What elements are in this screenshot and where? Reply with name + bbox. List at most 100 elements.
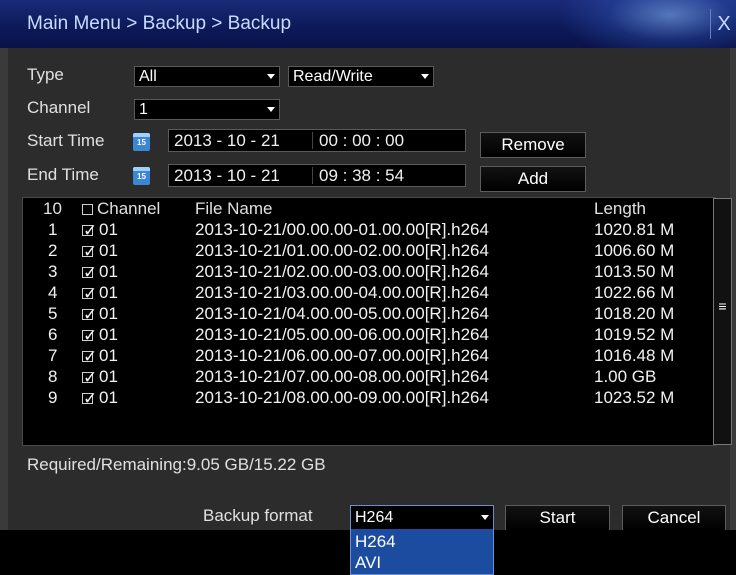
backup-format-label: Backup format xyxy=(203,506,313,525)
date-time-divider xyxy=(312,167,313,184)
row-length: 1022.66 M xyxy=(594,283,675,302)
format-option-h264[interactable]: H264 xyxy=(355,532,396,552)
backup-format-options[interactable]: H264 AVI xyxy=(350,529,494,575)
backup-format-value: H264 xyxy=(355,509,394,526)
row-length: 1018.20 M xyxy=(594,304,675,323)
table-row[interactable]: 5 ✓ 01 2013-10-21/04.00.00-05.00.00[R].h264… xyxy=(23,304,713,325)
channel-select[interactable]: 1 xyxy=(134,99,280,120)
row-checkbox[interactable]: ✓ xyxy=(82,348,97,365)
title-bar: Main Menu > Backup > Backup X xyxy=(0,0,736,48)
table-row[interactable]: 2 ✓ 01 2013-10-21/01.00.00-02.00.00[R].h264… xyxy=(23,241,713,262)
row-channel: 01 xyxy=(99,367,118,386)
type-select-value: All xyxy=(139,68,157,85)
row-channel: 01 xyxy=(99,304,118,323)
row-number: 1 xyxy=(48,220,58,239)
channel-label: Channel xyxy=(27,98,91,117)
chevron-down-icon xyxy=(263,100,279,119)
table-row-partial xyxy=(23,432,713,445)
channel-select-value: 1 xyxy=(139,101,148,118)
header-file-name: File Name xyxy=(195,199,273,218)
row-length: 1023.52 M xyxy=(594,388,675,407)
header-count: 10 xyxy=(43,199,62,218)
table-row[interactable]: 6 ✓ 01 2013-10-21/05.00.00-06.00.00[R].h264… xyxy=(23,325,713,346)
chevron-down-icon xyxy=(477,506,493,529)
row-checkbox[interactable]: ✓ xyxy=(82,264,97,281)
cancel-button[interactable]: Cancel xyxy=(622,505,726,531)
file-list[interactable]: 10 Channel File Name Length 1 ✓ 01 2013-10-… xyxy=(22,197,716,446)
file-list-scrollbar[interactable]: ≡ xyxy=(713,198,732,445)
end-time-value[interactable]: 09 : 38 : 54 xyxy=(319,166,404,186)
row-number: 3 xyxy=(48,262,58,281)
row-length: 1016.48 M xyxy=(594,346,675,365)
table-row[interactable]: 1 ✓ 01 2013-10-21/00.00.00-01.00.00[R].h264… xyxy=(23,220,713,241)
row-file-name: 2013-10-21/02.00.00-03.00.00[R].h264 xyxy=(195,262,489,281)
row-length: 1.00 GB xyxy=(594,367,657,386)
table-row[interactable]: 8 ✓ 01 2013-10-21/07.00.00-08.00.00[R].h264… xyxy=(23,367,713,388)
row-file-name: 2013-10-21/00.00.00-01.00.00[R].h264 xyxy=(195,220,489,239)
row-channel: 01 xyxy=(99,283,118,302)
start-time-field[interactable]: 2013 - 10 - 21 00 : 00 : 00 xyxy=(168,129,466,152)
type-label: Type xyxy=(27,65,64,84)
scroll-thumb-icon[interactable]: ≡ xyxy=(716,299,729,313)
row-file-name: 2013-10-21/01.00.00-02.00.00[R].h264 xyxy=(195,241,489,260)
row-length: 1006.60 M xyxy=(594,241,675,260)
row-checkbox[interactable]: ✓ xyxy=(82,327,97,344)
end-date-value[interactable]: 2013 - 10 - 21 xyxy=(174,166,280,186)
select-all-checkbox[interactable] xyxy=(82,204,93,215)
row-channel: 01 xyxy=(99,325,118,344)
row-checkbox[interactable]: ✓ xyxy=(82,306,97,323)
start-time-value[interactable]: 00 : 00 : 00 xyxy=(319,131,404,151)
date-time-divider xyxy=(312,132,313,149)
row-file-name: 2013-10-21/07.00.00-08.00.00[R].h264 xyxy=(195,367,489,386)
row-checkbox[interactable]: ✓ xyxy=(82,222,97,239)
table-row[interactable]: 9 ✓ 01 2013-10-21/08.00.00-09.00.00[R].h264… xyxy=(23,388,713,409)
row-checkbox[interactable]: ✓ xyxy=(82,369,97,386)
row-channel: 01 xyxy=(99,388,118,407)
close-button[interactable]: X xyxy=(710,9,736,39)
row-checkbox[interactable]: ✓ xyxy=(82,285,97,302)
calendar-icon[interactable]: 15 xyxy=(133,133,150,151)
row-number: 4 xyxy=(48,283,58,302)
row-number: 8 xyxy=(48,367,58,386)
start-date-value[interactable]: 2013 - 10 - 21 xyxy=(174,131,280,151)
backup-format-select[interactable]: H264 xyxy=(350,505,494,530)
row-channel: 01 xyxy=(99,220,118,239)
file-list-header: 10 Channel File Name Length xyxy=(23,198,713,220)
row-file-name: 2013-10-21/06.00.00-07.00.00[R].h264 xyxy=(195,346,489,365)
remove-button[interactable]: Remove xyxy=(480,132,586,158)
row-number: 2 xyxy=(48,241,58,260)
read-write-select[interactable]: Read/Write xyxy=(288,66,434,87)
chevron-down-icon xyxy=(263,67,279,86)
row-length: 1019.52 M xyxy=(594,325,675,344)
window-title: Main Menu > Backup > Backup xyxy=(27,13,292,34)
table-row[interactable]: 7 ✓ 01 2013-10-21/06.00.00-07.00.00[R].h264… xyxy=(23,346,713,367)
row-length: 1020.81 M xyxy=(594,220,675,239)
header-length: Length xyxy=(594,199,646,218)
add-button[interactable]: Add xyxy=(480,166,586,192)
row-checkbox[interactable]: ✓ xyxy=(82,243,97,260)
table-row[interactable]: 4 ✓ 01 2013-10-21/03.00.00-04.00.00[R].h264… xyxy=(23,283,713,304)
row-length: 1013.50 M xyxy=(594,262,675,281)
calendar-icon[interactable]: 15 xyxy=(133,167,150,185)
row-channel: 01 xyxy=(99,241,118,260)
row-file-name: 2013-10-21/05.00.00-06.00.00[R].h264 xyxy=(195,325,489,344)
end-time-label: End Time xyxy=(27,165,99,184)
row-number: 5 xyxy=(48,304,58,323)
row-file-name: 2013-10-21/03.00.00-04.00.00[R].h264 xyxy=(195,283,489,302)
chevron-down-icon xyxy=(417,67,433,86)
row-file-name: 2013-10-21/08.00.00-09.00.00[R].h264 xyxy=(195,388,489,407)
read-write-select-value: Read/Write xyxy=(293,68,373,85)
end-time-field[interactable]: 2013 - 10 - 21 09 : 38 : 54 xyxy=(168,164,466,187)
type-select[interactable]: All xyxy=(134,66,280,87)
table-row[interactable]: 3 ✓ 01 2013-10-21/02.00.00-03.00.00[R].h264… xyxy=(23,262,713,283)
format-option-avi[interactable]: AVI xyxy=(355,553,381,573)
start-button[interactable]: Start xyxy=(505,505,610,531)
required-remaining-text: Required/Remaining:9.05 GB/15.22 GB xyxy=(27,455,326,474)
row-number: 6 xyxy=(48,325,58,344)
row-channel: 01 xyxy=(99,346,118,365)
start-time-label: Start Time xyxy=(27,131,105,150)
row-channel: 01 xyxy=(99,262,118,281)
row-number: 7 xyxy=(48,346,58,365)
row-checkbox[interactable]: ✓ xyxy=(82,390,97,407)
row-number: 9 xyxy=(48,388,58,407)
